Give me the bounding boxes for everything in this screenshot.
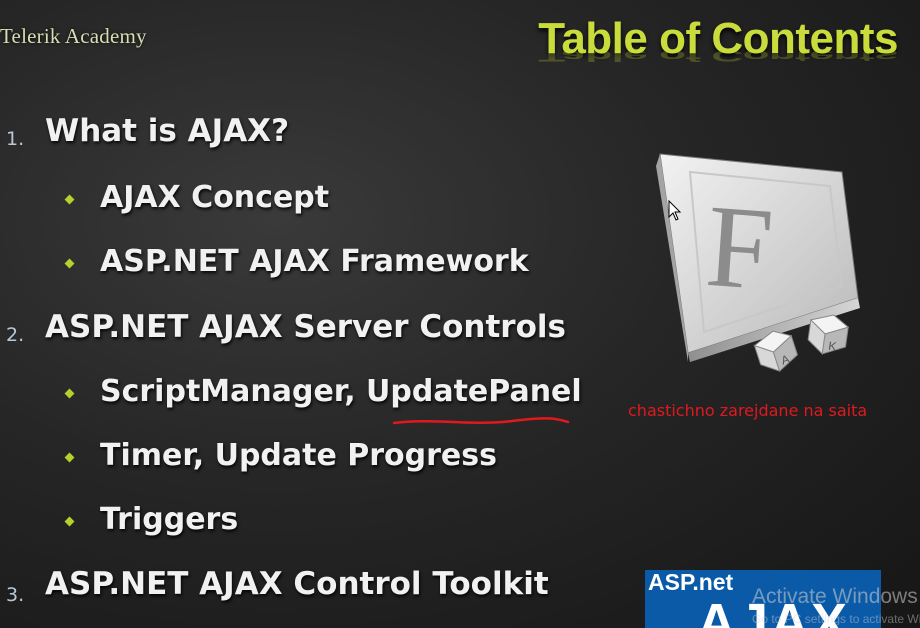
red-underline-annotation	[392, 417, 570, 425]
bullet-icon	[64, 194, 75, 205]
svg-text:K: K	[828, 339, 838, 354]
svg-text:F: F	[702, 180, 777, 315]
telerik-academy-logo: Telerik Academy	[0, 24, 147, 48]
section-number: 1.	[6, 128, 25, 150]
bullet-icon	[64, 452, 75, 463]
page-title-reflection: Table of Contents	[538, 46, 898, 64]
presentation-slide: Telerik Academy Table of Contents Table …	[0, 0, 920, 628]
bullet-icon	[64, 258, 75, 269]
section-heading: ASP.NET AJAX Server Controls	[45, 309, 566, 345]
activate-windows-watermark: Activate Windows	[752, 585, 918, 608]
section-number: 3.	[6, 584, 25, 606]
list-item: ASP.NET AJAX Framework	[100, 244, 529, 279]
section-heading: ASP.NET AJAX Control Toolkit	[45, 566, 549, 602]
font-book-icon: F A K	[656, 153, 860, 372]
annotation-note: chastichno zarejdane na saita	[628, 401, 868, 420]
bullet-icon	[64, 516, 75, 527]
list-item: AJAX Concept	[100, 180, 330, 215]
list-item: Timer, Update Progress	[100, 438, 497, 473]
activate-windows-subtext: Go to PC settings to activate Windows.	[752, 612, 920, 626]
list-item: Triggers	[100, 502, 239, 537]
bullet-icon	[64, 388, 75, 399]
section-heading: What is AJAX?	[45, 113, 290, 149]
mouse-cursor-icon	[668, 200, 682, 221]
section-number: 2.	[6, 324, 25, 346]
list-item: ScriptManager, UpdatePanel	[100, 374, 582, 409]
